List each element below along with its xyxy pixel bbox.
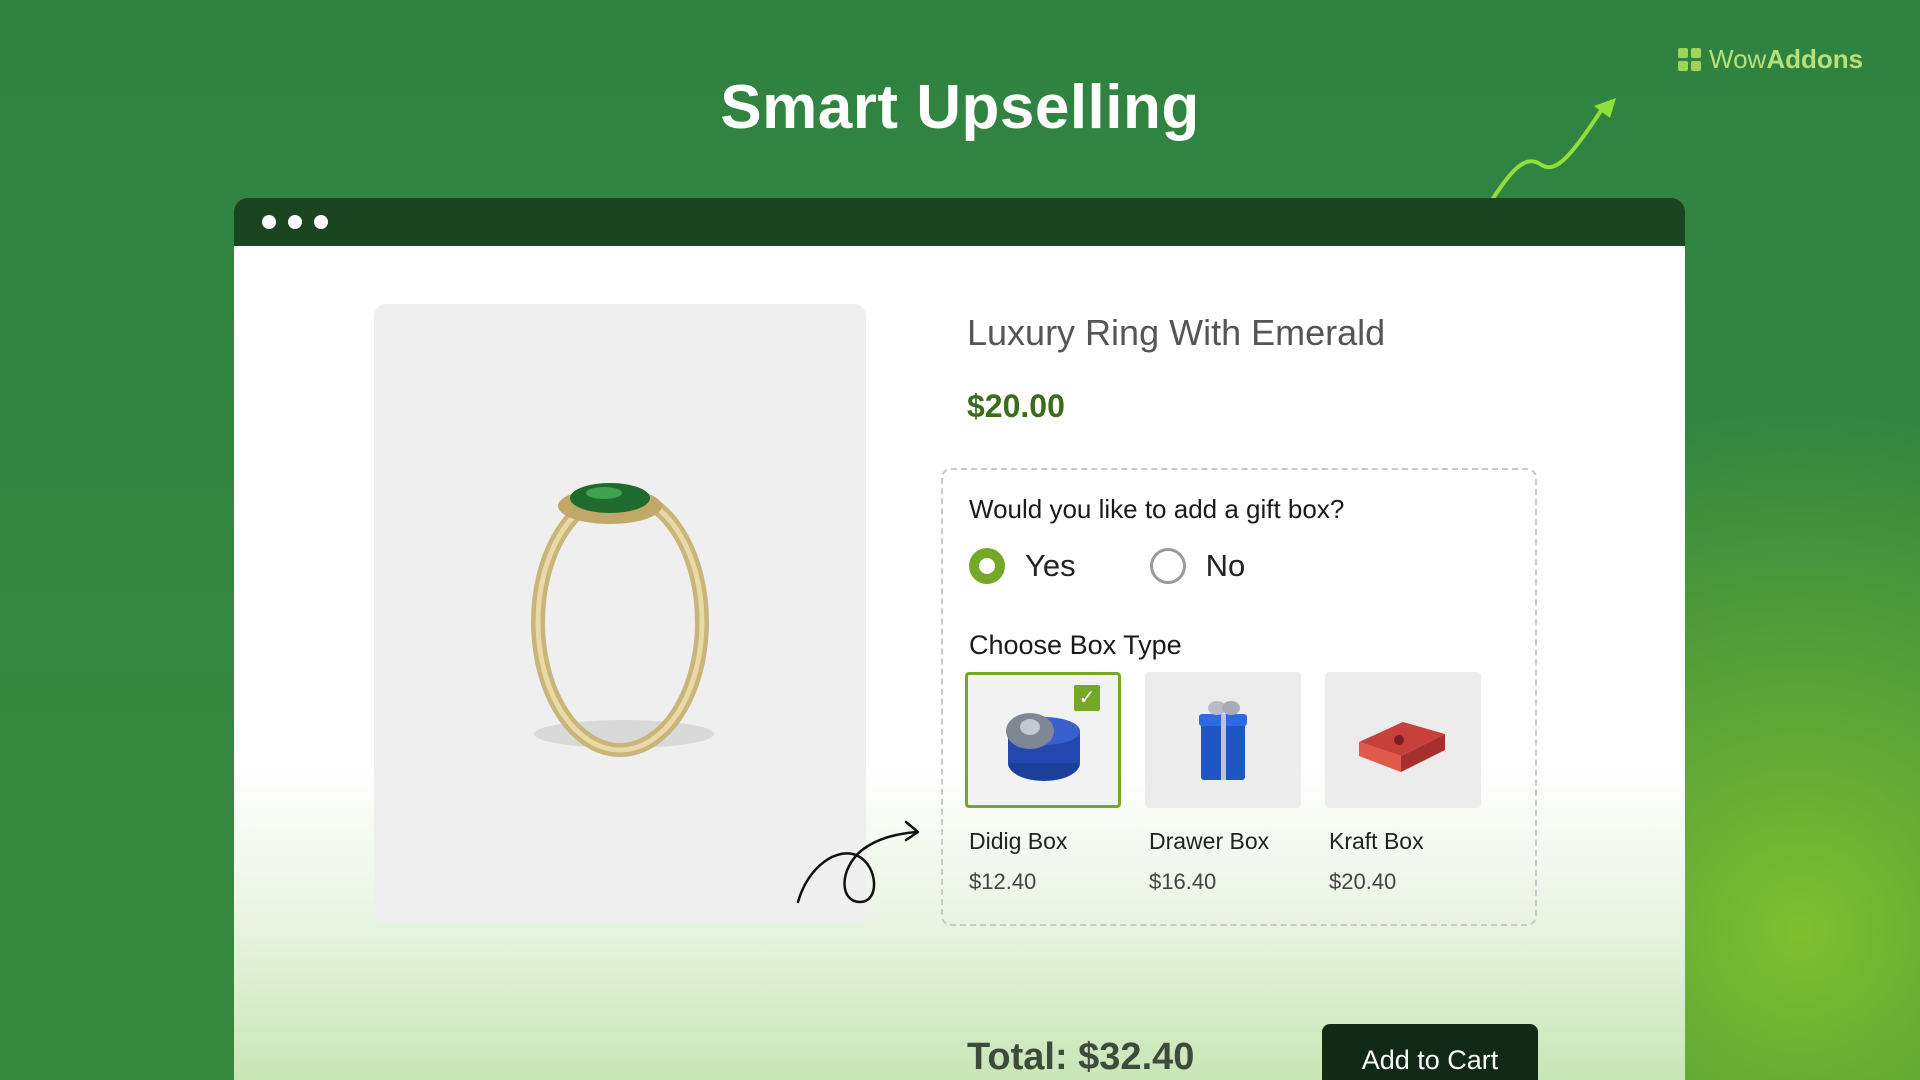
box-option-didig[interactable]: ✓ Didig Box $12.40 — [965, 672, 1121, 895]
radio-selected-icon[interactable] — [969, 548, 1005, 584]
trend-arrow-icon — [1490, 98, 1616, 202]
radio-yes-label: Yes — [1025, 548, 1076, 583]
cart-total: Total: $32.40 — [967, 1036, 1195, 1078]
box-option-name: Drawer Box — [1149, 828, 1270, 854]
radio-no-label: No — [1205, 548, 1246, 583]
box-thumbnail[interactable] — [1325, 672, 1481, 808]
radio-yes[interactable]: Yes — [969, 548, 1076, 584]
gift-box-question: Would you like to add a gift box? — [969, 494, 1345, 524]
gift-box-radio-group: Yes No — [969, 548, 1245, 584]
curly-arrow-icon — [796, 820, 920, 904]
product-page: Luxury Ring With Emerald $20.00 Would yo… — [234, 246, 1685, 1080]
window-dot — [288, 215, 302, 229]
window-dot — [262, 215, 276, 229]
gift-box-panel: Would you like to add a gift box? Yes No… — [941, 468, 1537, 926]
radio-unselected-icon[interactable] — [1149, 548, 1186, 584]
product-price: $20.00 — [967, 388, 1065, 424]
product-title: Luxury Ring With Emerald — [967, 312, 1386, 353]
brand-grid-icon — [1678, 48, 1701, 71]
selected-check-icon: ✓ — [1074, 685, 1100, 711]
brand-logo: WowAddons — [1678, 44, 1863, 75]
box-option-name: Kraft Box — [1329, 828, 1424, 854]
red-gift-box-icon — [1359, 722, 1445, 772]
window-titlebar — [234, 198, 1685, 246]
browser-window: Luxury Ring With Emerald $20.00 Would yo… — [234, 198, 1685, 1080]
box-thumbnail[interactable] — [1145, 672, 1301, 808]
blue-tall-gift-box-icon — [1199, 701, 1247, 780]
window-dot — [314, 215, 328, 229]
add-to-cart-button[interactable]: Add to Cart — [1322, 1024, 1538, 1080]
brand-name-bold: Addons — [1766, 44, 1864, 74]
box-type-options: ✓ Didig Box $12.40 Drawer Box $16.40 Kra… — [965, 672, 1481, 895]
page-headline: Smart Upselling — [720, 73, 1200, 142]
box-option-name: Didig Box — [969, 828, 1068, 854]
box-option-price: $12.40 — [969, 869, 1037, 894]
box-option-price: $20.40 — [1329, 869, 1397, 894]
box-thumbnail[interactable]: ✓ — [965, 672, 1121, 808]
brand-name-light: Wow — [1709, 44, 1767, 74]
box-option-kraft[interactable]: Kraft Box $20.40 — [1325, 672, 1481, 895]
box-option-price: $16.40 — [1149, 869, 1217, 894]
box-option-drawer[interactable]: Drawer Box $16.40 — [1145, 672, 1301, 895]
choose-box-type-label: Choose Box Type — [969, 630, 1182, 660]
radio-no[interactable]: No — [1149, 548, 1246, 584]
